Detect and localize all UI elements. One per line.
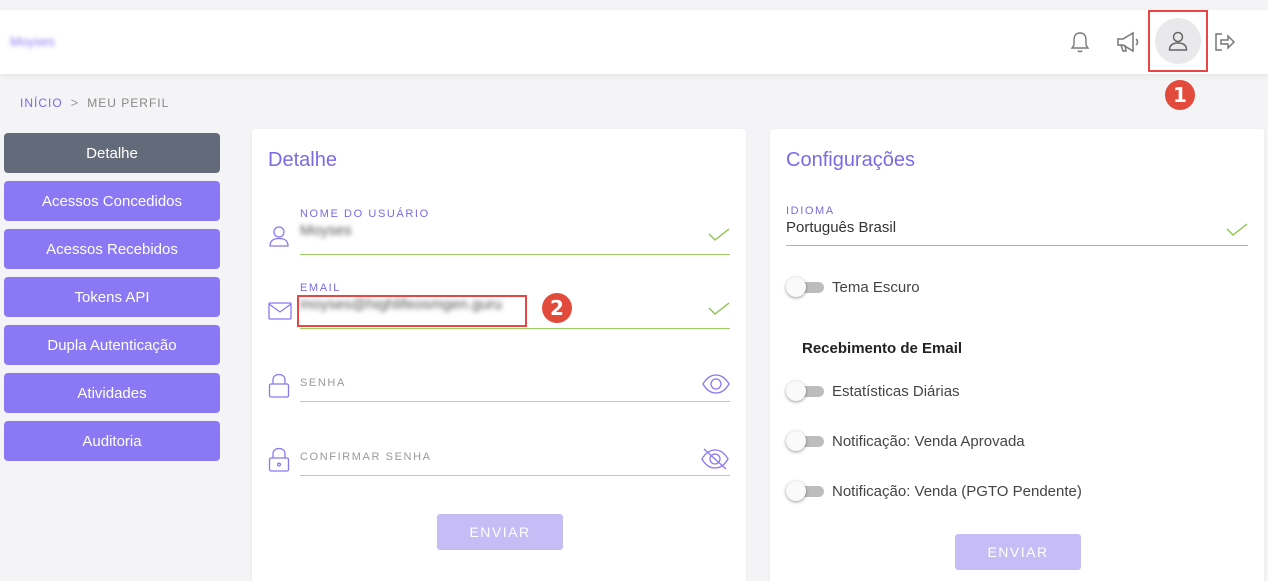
sidebar-item-detalhe[interactable]: Detalhe [4, 133, 220, 173]
announcements-button[interactable] [1114, 10, 1142, 74]
confirm-password-label: CONFIRMAR SENHA [300, 451, 432, 463]
language-select[interactable]: IDIOMA Português Brasil [786, 205, 1248, 247]
confirm-password-underline [300, 475, 730, 476]
daily-stats-label: Estatísticas Diárias [832, 382, 960, 400]
user-icon [269, 226, 289, 247]
check-icon [708, 228, 730, 241]
sidebar-item-acessos-recebidos[interactable]: Acessos Recebidos [4, 229, 220, 269]
check-icon [1226, 223, 1248, 236]
toggle-switch[interactable] [786, 381, 824, 401]
step-callout-1: 1 [1165, 80, 1195, 110]
eye-off-icon[interactable] [700, 447, 730, 471]
settings-submit-button[interactable]: ENVIAR [955, 534, 1081, 570]
avatar[interactable] [1155, 18, 1201, 64]
password-underline [300, 401, 730, 402]
dark-theme-toggle[interactable]: Tema Escuro [786, 277, 920, 297]
sidebar-item-auditoria[interactable]: Auditoria [4, 421, 220, 461]
user-icon [1168, 31, 1188, 51]
settings-card-title: Configurações [786, 149, 915, 171]
daily-stats-toggle[interactable]: Estatísticas Diárias [786, 381, 960, 401]
sale-approved-label: Notificação: Venda Aprovada [832, 432, 1025, 450]
eye-icon[interactable] [702, 374, 730, 394]
detail-card-title: Detalhe [268, 149, 337, 171]
brand-name[interactable]: Moyses [10, 34, 55, 49]
toggle-switch[interactable] [786, 431, 824, 451]
dark-theme-label: Tema Escuro [832, 278, 920, 296]
toggle-switch[interactable] [786, 277, 824, 297]
lock-icon [268, 447, 290, 472]
email-label: EMAIL [300, 282, 342, 294]
username-field[interactable]: NOME DO USUÁRIO Moyses [269, 208, 730, 256]
language-label: IDIOMA [786, 205, 835, 217]
notifications-button[interactable] [1066, 10, 1094, 74]
sale-pending-toggle[interactable]: Notificação: Venda (PGTO Pendente) [786, 481, 1082, 501]
profile-button[interactable] [1148, 10, 1208, 72]
sidebar-item-dupla-autenticacao[interactable]: Dupla Autenticação [4, 325, 220, 365]
username-underline [300, 254, 730, 255]
megaphone-icon [1117, 31, 1139, 53]
username-value[interactable]: Moyses [300, 220, 730, 242]
check-icon [708, 302, 730, 315]
settings-card: Configurações IDIOMA Português Brasil Te… [770, 129, 1264, 581]
username-label: NOME DO USUÁRIO [300, 208, 430, 220]
password-label: SENHA [300, 377, 346, 389]
top-bar: Moyses [0, 10, 1268, 74]
mail-icon [268, 302, 292, 320]
toggle-switch[interactable] [786, 481, 824, 501]
logout-icon [1215, 33, 1236, 51]
email-underline [300, 328, 730, 329]
language-underline [786, 245, 1248, 246]
sidebar-item-atividades[interactable]: Atividades [4, 373, 220, 413]
sale-pending-label: Notificação: Venda (PGTO Pendente) [832, 482, 1082, 500]
step-callout-2: 2 [542, 293, 572, 323]
sidebar-item-tokens-api[interactable]: Tokens API [4, 277, 220, 317]
sidebar-item-acessos-concedidos[interactable]: Acessos Concedidos [4, 181, 220, 221]
lock-icon [268, 373, 290, 398]
email-highlight-box [297, 295, 527, 327]
language-value[interactable]: Português Brasil [786, 217, 1248, 239]
breadcrumb: INÍCIO > MEU PERFIL [20, 95, 169, 110]
breadcrumb-separator: > [70, 95, 80, 110]
detail-card: Detalhe NOME DO USUÁRIO Moyses EMAIL moy… [252, 129, 746, 581]
sale-approved-toggle[interactable]: Notificação: Venda Aprovada [786, 431, 1025, 451]
bell-icon [1070, 32, 1090, 53]
detail-submit-button[interactable]: ENVIAR [437, 514, 563, 550]
password-field[interactable]: SENHA [268, 373, 730, 403]
breadcrumb-home-link[interactable]: INÍCIO [20, 96, 63, 110]
logout-button[interactable] [1210, 10, 1240, 74]
email-section-title: Recebimento de Email [802, 340, 963, 357]
breadcrumb-current: MEU PERFIL [87, 95, 170, 110]
confirm-password-field[interactable]: CONFIRMAR SENHA [268, 447, 730, 477]
